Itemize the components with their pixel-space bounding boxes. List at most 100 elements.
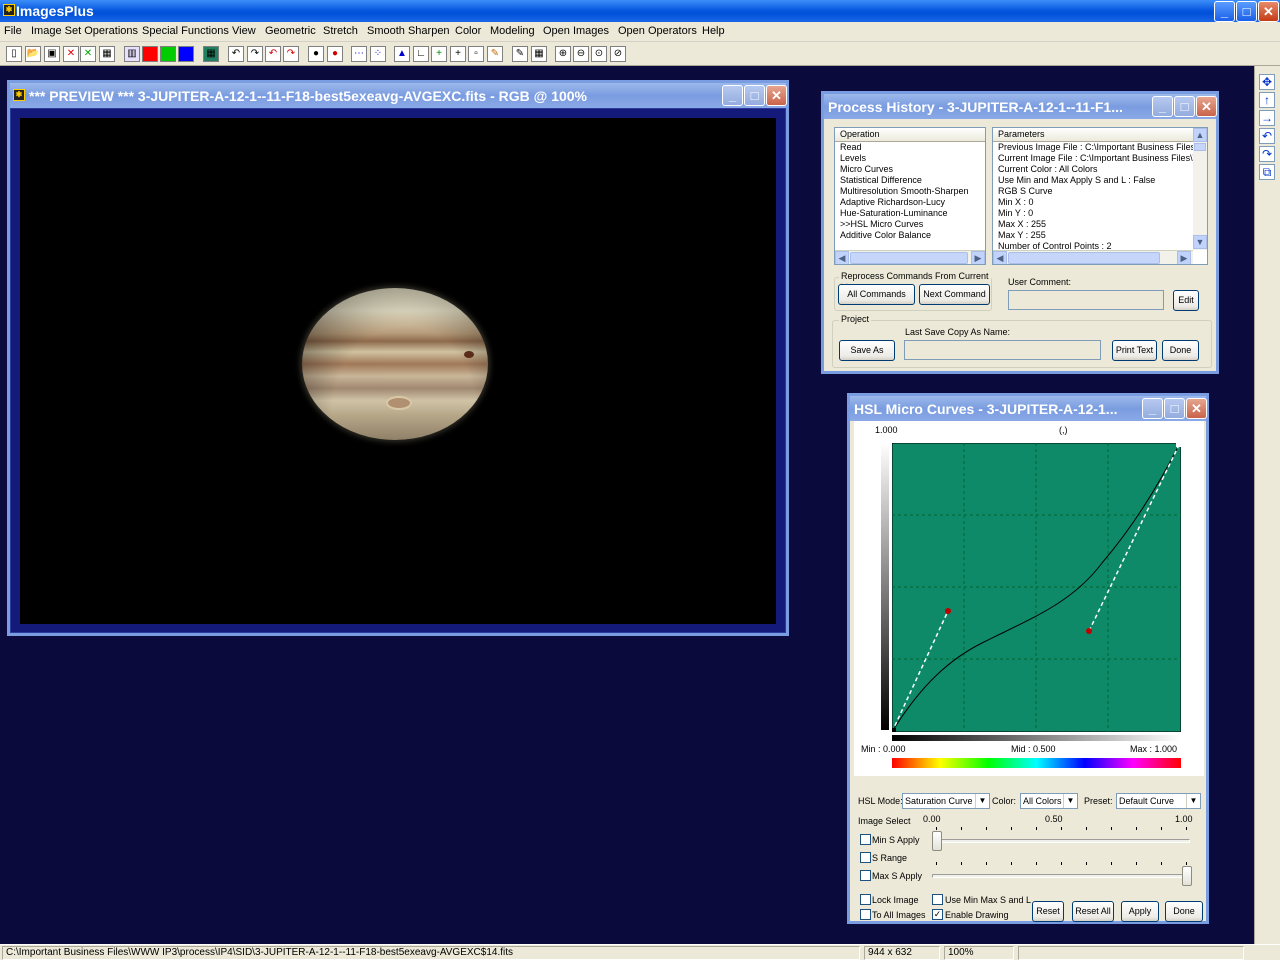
- operation-column-header[interactable]: Operation: [835, 128, 985, 142]
- circle-red-icon[interactable]: ●: [327, 46, 343, 62]
- min-s-apply-checkbox[interactable]: [860, 834, 871, 845]
- process-history-close-button[interactable]: ✕: [1196, 96, 1217, 117]
- operation-list[interactable]: Operation Read Levels Micro Curves Statisti…: [834, 127, 986, 265]
- menu-image-set-operations[interactable]: Image Set Operations: [31, 25, 138, 37]
- zoom-out-icon[interactable]: ⊖: [573, 46, 589, 62]
- color-select[interactable]: All Colors ▼: [1020, 793, 1078, 809]
- menu-smooth-sharpen[interactable]: Smooth Sharpen: [367, 25, 450, 37]
- arrow-right-icon[interactable]: →: [1259, 110, 1275, 126]
- chevron-down-icon[interactable]: ▼: [1063, 794, 1077, 808]
- operation-row[interactable]: Additive Color Balance: [835, 230, 985, 241]
- chevron-down-icon[interactable]: ▼: [1186, 794, 1200, 808]
- chevron-down-icon[interactable]: ▼: [975, 794, 989, 808]
- menu-color[interactable]: Color: [455, 25, 481, 37]
- parameter-row[interactable]: Current Color : All Colors: [993, 164, 1193, 175]
- crosshair-green-icon[interactable]: +: [431, 46, 447, 62]
- preview-image[interactable]: [20, 118, 776, 624]
- operation-row[interactable]: >>HSL Micro Curves: [835, 219, 985, 230]
- blue-channel-icon[interactable]: [178, 46, 194, 62]
- use-min-max-checkbox[interactable]: [932, 894, 943, 905]
- green-channel-icon[interactable]: [160, 46, 176, 62]
- parameter-row[interactable]: Use Min and Max Apply S and L : False: [993, 175, 1193, 186]
- next-command-button[interactable]: Next Command: [919, 284, 990, 305]
- lock-image-checkbox[interactable]: [860, 894, 871, 905]
- red-channel-icon[interactable]: [142, 46, 158, 62]
- last-save-field[interactable]: [904, 340, 1101, 360]
- operation-row[interactable]: Levels: [835, 153, 985, 164]
- copy-window-icon[interactable]: ⧉: [1259, 164, 1275, 180]
- parameters-list[interactable]: Parameters Previous Image File : C:\Impo…: [992, 127, 1208, 265]
- parameter-row[interactable]: RGB S Curve: [993, 186, 1193, 197]
- rotate-down-icon[interactable]: ↷: [1259, 146, 1275, 162]
- operation-row[interactable]: Hue-Saturation-Luminance: [835, 208, 985, 219]
- scroll-thumb[interactable]: [850, 252, 968, 264]
- preview-minimize-button[interactable]: _: [722, 85, 743, 106]
- enable-drawing-checkbox[interactable]: ✓: [932, 909, 943, 920]
- app-close-button[interactable]: ✕: [1258, 1, 1279, 22]
- zoom-reset-icon[interactable]: ⊘: [610, 46, 626, 62]
- apply-button[interactable]: Apply: [1121, 901, 1159, 922]
- redo-red-icon[interactable]: ↷: [283, 46, 299, 62]
- new-icon[interactable]: ▯: [6, 46, 22, 62]
- pencil-icon[interactable]: ✎: [512, 46, 528, 62]
- move-all-icon[interactable]: ✥: [1259, 74, 1275, 90]
- menu-modeling[interactable]: Modeling: [490, 25, 535, 37]
- app-minimize-button[interactable]: _: [1214, 1, 1235, 22]
- max-s-slider-thumb[interactable]: [1182, 866, 1192, 886]
- parameter-row[interactable]: Min X : 0: [993, 197, 1193, 208]
- vscroll-thumb[interactable]: [1194, 143, 1206, 151]
- parameters-vscroll[interactable]: ▲ ▼: [1193, 128, 1207, 250]
- reset-all-button[interactable]: Reset All: [1072, 901, 1114, 922]
- operation-row[interactable]: Statistical Difference: [835, 175, 985, 186]
- close-red-icon[interactable]: ✕: [63, 46, 79, 62]
- control-point-start[interactable]: [892, 728, 896, 732]
- table-icon[interactable]: ▦: [531, 46, 547, 62]
- menu-view[interactable]: View: [232, 25, 256, 37]
- parameter-row[interactable]: Max X : 255: [993, 219, 1193, 230]
- palette-icon[interactable]: ✎: [487, 46, 503, 62]
- dots-icon[interactable]: ⋯: [351, 46, 367, 62]
- menu-geometric[interactable]: Geometric: [265, 25, 316, 37]
- operation-row[interactable]: Micro Curves: [835, 164, 985, 175]
- scroll-thumb[interactable]: [1008, 252, 1160, 264]
- min-s-slider-thumb[interactable]: [932, 831, 942, 851]
- curve-graph[interactable]: [892, 443, 1181, 732]
- calc-icon[interactable]: ▦: [99, 46, 115, 62]
- print-text-button[interactable]: Print Text: [1112, 340, 1157, 361]
- save-icon[interactable]: ▣: [44, 46, 60, 62]
- control-point-end[interactable]: [1176, 443, 1181, 447]
- operation-hscroll[interactable]: ◀ ▶: [835, 250, 985, 264]
- menu-open-operators[interactable]: Open Operators: [618, 25, 697, 37]
- zoom-in-icon[interactable]: ⊕: [555, 46, 571, 62]
- arrow-up-icon[interactable]: ↑: [1259, 92, 1275, 108]
- parameters-hscroll[interactable]: ◀ ▶: [993, 250, 1193, 264]
- save-as-button[interactable]: Save As: [839, 340, 895, 361]
- to-all-images-checkbox[interactable]: [860, 909, 871, 920]
- control-handle-point-low[interactable]: [945, 608, 951, 614]
- scroll-left-icon[interactable]: ◀: [993, 251, 1007, 264]
- menu-stretch[interactable]: Stretch: [323, 25, 358, 37]
- s-range-checkbox[interactable]: [860, 852, 871, 863]
- operation-row[interactable]: Adaptive Richardson-Lucy: [835, 197, 985, 208]
- parameter-row[interactable]: Current Image File : C:\Important Busine…: [993, 153, 1193, 164]
- preset-select[interactable]: Default Curve ▼: [1116, 793, 1201, 809]
- preview-maximize-button[interactable]: □: [744, 85, 765, 106]
- reset-button[interactable]: Reset: [1032, 901, 1064, 922]
- axes-icon[interactable]: ∟: [413, 46, 429, 62]
- grid-icon[interactable]: ▦: [203, 46, 219, 62]
- app-maximize-button[interactable]: □: [1236, 1, 1257, 22]
- edit-button[interactable]: Edit: [1173, 290, 1199, 311]
- circle-black-icon[interactable]: ●: [308, 46, 324, 62]
- scroll-right-icon[interactable]: ▶: [1177, 251, 1191, 264]
- scroll-right-icon[interactable]: ▶: [971, 251, 985, 264]
- rgb-icon[interactable]: ▥: [124, 46, 140, 62]
- control-handle-point-high[interactable]: [1086, 628, 1092, 634]
- grid-small-icon[interactable]: ▫: [468, 46, 484, 62]
- user-comment-field[interactable]: [1008, 290, 1164, 310]
- operation-row[interactable]: Multiresolution Smooth-Sharpen: [835, 186, 985, 197]
- all-commands-button[interactable]: All Commands: [838, 284, 915, 305]
- done-button[interactable]: Done: [1165, 901, 1203, 922]
- close-green-icon[interactable]: ✕: [80, 46, 96, 62]
- menu-file[interactable]: File: [4, 25, 22, 37]
- min-s-slider-track[interactable]: [932, 839, 1190, 843]
